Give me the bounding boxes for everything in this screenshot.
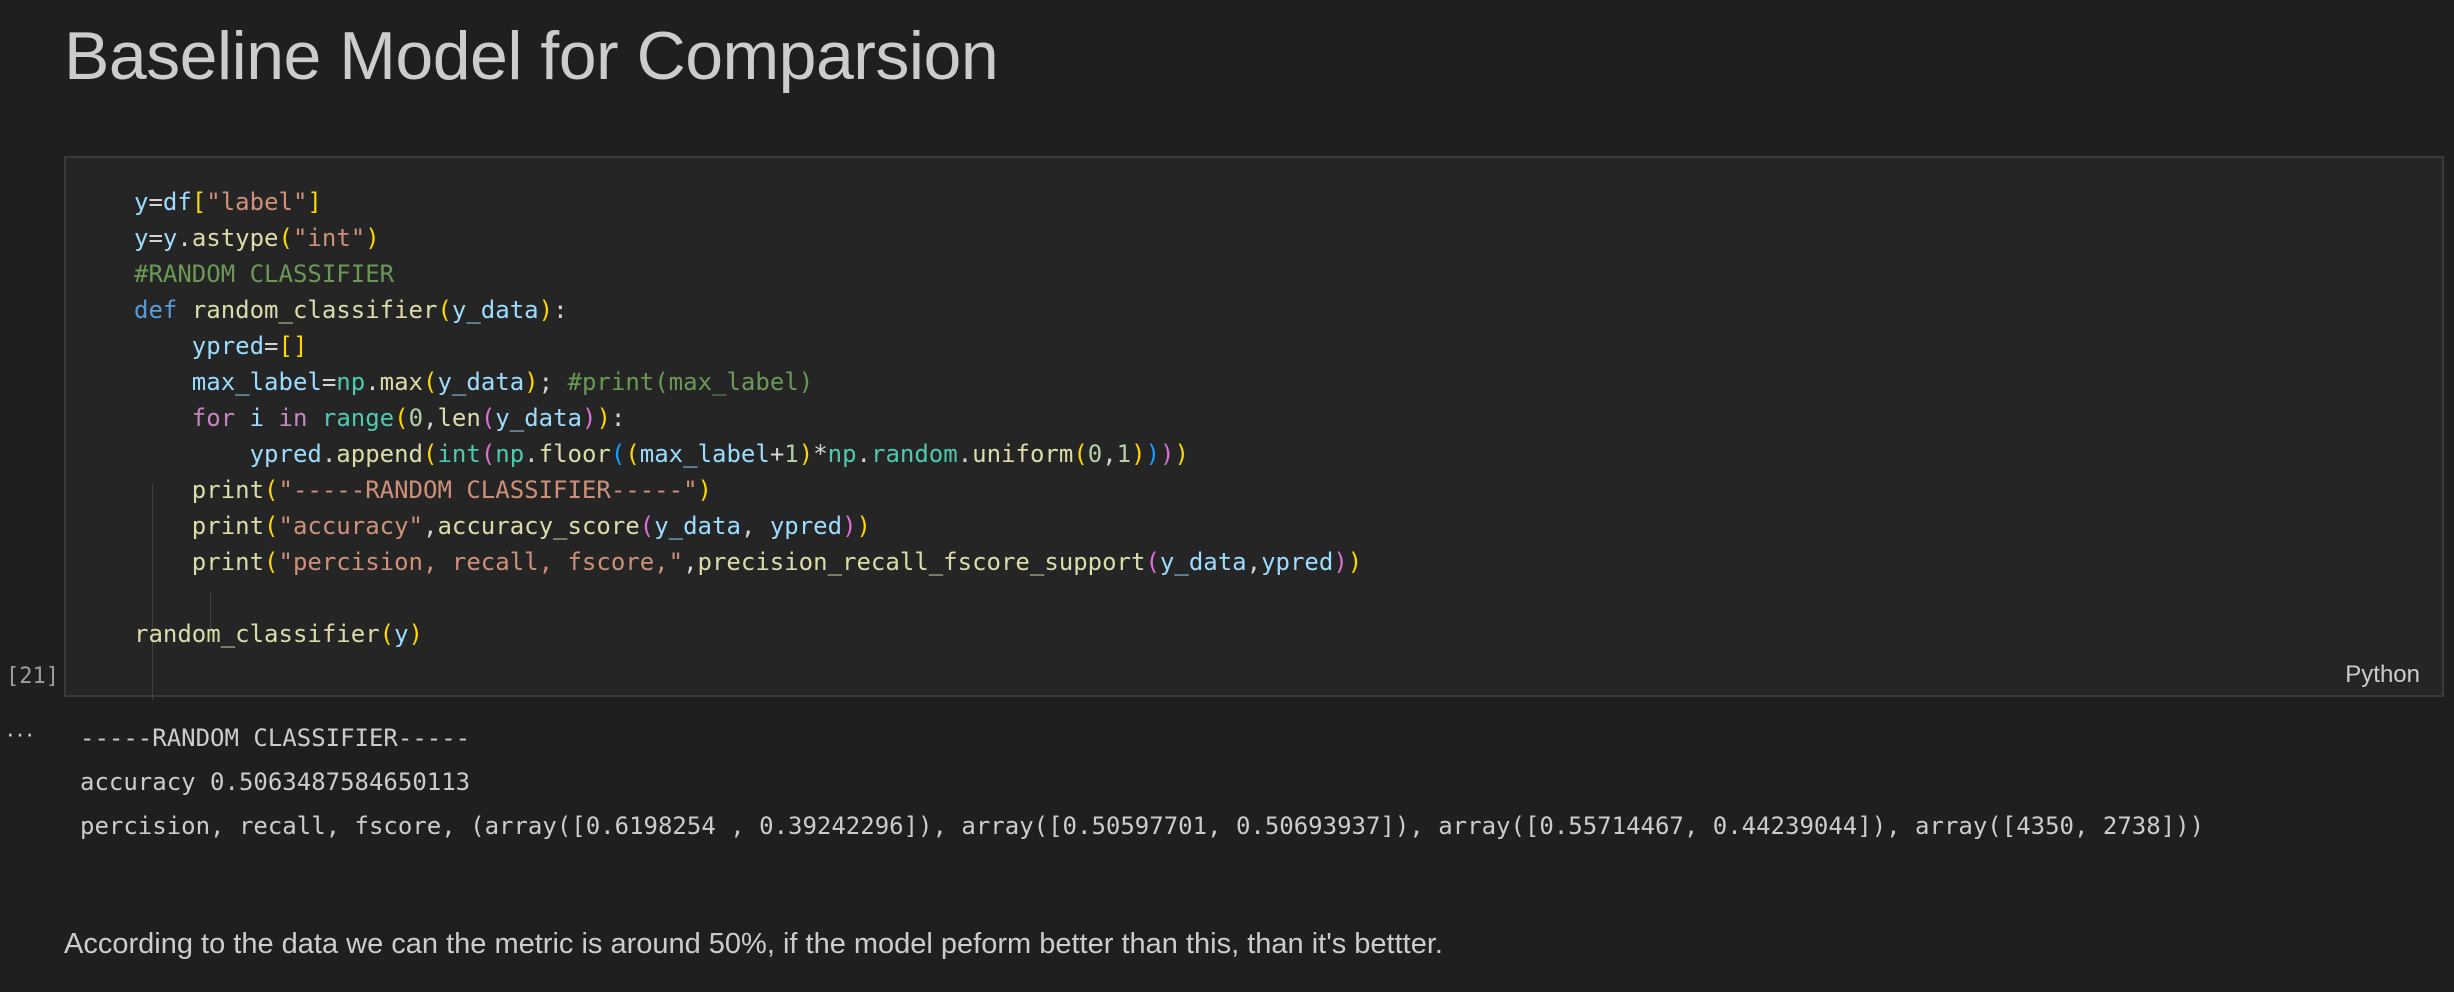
ellipsis-icon[interactable]: ··· [6,718,35,749]
execution-count: [21] [6,664,59,689]
code-editor[interactable]: y=df["label"] y=y.astype("int") #RANDOM CL… [134,184,1362,652]
code-line: random_classifier(y) [134,620,423,648]
code-line: max_label=np.max(y_data); #print(max_lab… [191,368,814,396]
code-cell[interactable]: y=df["label"] y=y.astype("int") #RANDOM CL… [64,156,2444,700]
code-line: y=df["label"] [134,188,322,216]
markdown-heading: Baseline Model for Comparsion [64,18,999,94]
code-line: print("percision, recall, fscore,",preci… [191,548,1363,576]
code-line: #RANDOM CLASSIFIER [134,260,395,288]
cell-output: -----RANDOM CLASSIFIER----- accuracy 0.50… [80,716,2204,848]
output-line: percision, recall, fscore, (array([0.619… [80,812,2205,840]
code-line: for i in range(0,len(y_data)): [191,404,626,432]
code-line: ypred=[] [191,332,308,360]
code-line: y=y.astype("int") [134,224,380,252]
output-line: -----RANDOM CLASSIFIER----- [80,724,471,752]
output-line: accuracy 0.5063487584650113 [80,768,471,796]
code-line: print("accuracy",accuracy_score(y_data, … [191,512,871,540]
code-line: print("-----RANDOM CLASSIFIER-----") [191,476,712,504]
notebook-page: Baseline Model for Comparsion y=df["labe… [0,0,2454,992]
cell-language-label[interactable]: Python [2345,661,2420,689]
code-line: def random_classifier(y_data): [134,296,568,324]
code-line: ypred.append(int(np.floor((max_label+1)*… [249,440,1189,468]
markdown-paragraph: According to the data we can the metric … [64,928,1443,960]
